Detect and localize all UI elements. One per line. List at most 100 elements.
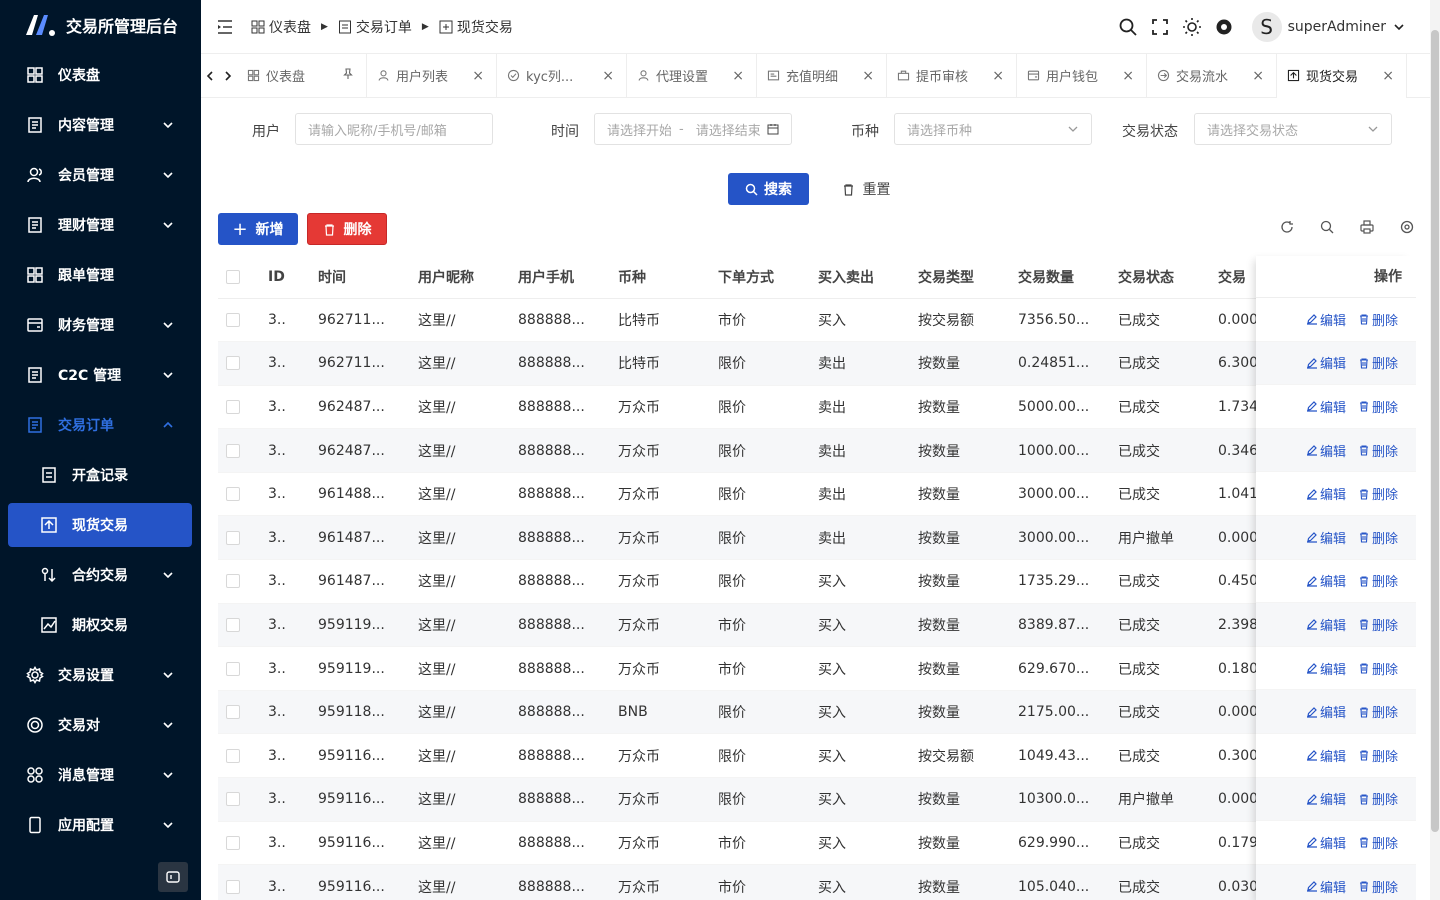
select-all-checkbox[interactable] xyxy=(226,269,240,284)
tab-6[interactable]: 用户钱包 × xyxy=(1017,53,1147,98)
settings-icon[interactable] xyxy=(1214,17,1234,37)
row-checkbox[interactable] xyxy=(226,443,240,458)
row-checkbox[interactable] xyxy=(226,399,240,414)
table-row[interactable]: 3.. 959118... 这里//888888... BNB 限价 买入 按数量 2175.… xyxy=(218,690,1416,735)
delete-link[interactable]: 删除 xyxy=(1358,397,1398,416)
delete-link[interactable]: 删除 xyxy=(1358,571,1398,590)
table-row[interactable]: 3.. 961487... 这里//888888... 万众币 限价 买入 按数量 1735.… xyxy=(218,559,1416,604)
row-checkbox[interactable] xyxy=(226,617,240,632)
table-row[interactable]: 3.. 962711... 这里//888888... 比特币 限价 卖出 按数量 0.248… xyxy=(218,341,1416,386)
sidebar-item-13[interactable]: 交易对 xyxy=(0,700,201,750)
theme-sun-icon[interactable] xyxy=(1182,17,1202,37)
close-icon[interactable]: × xyxy=(1382,68,1394,84)
refresh-icon[interactable] xyxy=(1280,220,1296,236)
table-row[interactable]: 3.. 959116... 这里//888888... 万众币 限价 买入 按数量 10300… xyxy=(218,777,1416,822)
edit-link[interactable]: 编辑 xyxy=(1306,571,1346,590)
edit-link[interactable]: 编辑 xyxy=(1306,833,1346,852)
menu-fold-icon[interactable] xyxy=(215,17,235,37)
delete-link[interactable]: 删除 xyxy=(1358,615,1398,634)
logo[interactable]: 交易所管理后台 xyxy=(0,0,201,50)
edit-link[interactable]: 编辑 xyxy=(1306,746,1346,765)
row-checkbox[interactable] xyxy=(226,835,240,850)
delete-link[interactable]: 删除 xyxy=(1358,789,1398,808)
edit-link[interactable]: 编辑 xyxy=(1306,659,1346,678)
table-row[interactable]: 3.. 962487... 这里//888888... 万众币 限价 卖出 按数量 1000.… xyxy=(218,428,1416,473)
sidebar-item-15[interactable]: 应用配置 xyxy=(0,800,201,850)
collapse-sidebar-button[interactable] xyxy=(158,862,188,892)
close-icon[interactable]: × xyxy=(1122,68,1134,84)
print-icon[interactable] xyxy=(1360,220,1376,236)
user-menu[interactable]: S superAdminer xyxy=(1251,12,1406,42)
edit-link[interactable]: 编辑 xyxy=(1306,877,1346,896)
row-checkbox[interactable] xyxy=(226,879,240,894)
edit-link[interactable]: 编辑 xyxy=(1306,310,1346,329)
sidebar-item-5[interactable]: 财务管理 xyxy=(0,300,201,350)
tabs-next-button[interactable] xyxy=(219,54,237,98)
edit-link[interactable]: 编辑 xyxy=(1306,615,1346,634)
column-settings-icon[interactable] xyxy=(1400,220,1416,236)
row-checkbox[interactable] xyxy=(226,748,240,763)
row-checkbox[interactable] xyxy=(226,705,240,720)
status-filter-select[interactable]: 请选择交易状态 xyxy=(1194,113,1392,145)
row-checkbox[interactable] xyxy=(226,312,240,327)
row-checkbox[interactable] xyxy=(226,792,240,807)
table-row[interactable]: 3.. 959119... 这里//888888... 万众币 市价 买入 按数量 629.6… xyxy=(218,646,1416,691)
table-row[interactable]: 3.. 959119... 这里//888888... 万众币 市价 买入 按数量 8389.… xyxy=(218,603,1416,648)
tab-7[interactable]: 交易流水 × xyxy=(1147,53,1277,98)
close-icon[interactable]: × xyxy=(862,68,874,84)
tab-1[interactable]: 用户列表 × xyxy=(367,53,497,98)
breadcrumb-item[interactable]: 仪表盘 xyxy=(269,17,311,37)
breadcrumb-item[interactable]: 交易订单 xyxy=(356,17,412,37)
edit-link[interactable]: 编辑 xyxy=(1306,353,1346,372)
edit-link[interactable]: 编辑 xyxy=(1306,441,1346,460)
add-button[interactable]: + 新增 xyxy=(218,213,298,245)
sidebar-item-9[interactable]: 现货交易 xyxy=(8,503,192,547)
close-icon[interactable]: × xyxy=(732,68,744,84)
row-checkbox[interactable] xyxy=(226,574,240,589)
page-scrollbar[interactable] xyxy=(1430,0,1440,900)
delete-link[interactable]: 删除 xyxy=(1358,833,1398,852)
sidebar-item-11[interactable]: 期权交易 xyxy=(0,600,201,650)
close-icon[interactable]: × xyxy=(472,68,484,84)
delete-link[interactable]: 删除 xyxy=(1358,702,1398,721)
sidebar-item-0[interactable]: 仪表盘 xyxy=(0,50,201,100)
coin-filter-select[interactable]: 请选择币种 xyxy=(894,113,1092,145)
tab-0[interactable]: 仪表盘 xyxy=(237,53,367,98)
search-button[interactable]: 搜索 xyxy=(728,173,809,205)
delete-link[interactable]: 删除 xyxy=(1358,484,1398,503)
table-row[interactable]: 3.. 959116... 这里//888888... 万众币 市价 买入 按数量 105.0… xyxy=(218,864,1416,900)
delete-link[interactable]: 删除 xyxy=(1358,528,1398,547)
delete-button[interactable]: 删除 xyxy=(307,213,387,245)
search-icon[interactable] xyxy=(1118,17,1138,37)
sidebar-item-6[interactable]: C2C 管理 xyxy=(0,350,201,400)
tabs-prev-button[interactable] xyxy=(201,54,219,98)
sidebar-item-1[interactable]: 内容管理 xyxy=(0,100,201,150)
delete-link[interactable]: 删除 xyxy=(1358,746,1398,765)
table-row[interactable]: 3.. 962487... 这里//888888... 万众币 限价 卖出 按数量 5000.… xyxy=(218,385,1416,430)
sidebar-item-4[interactable]: 跟单管理 xyxy=(0,250,201,300)
sidebar-item-2[interactable]: 会员管理 xyxy=(0,150,201,200)
row-checkbox[interactable] xyxy=(226,487,240,502)
row-checkbox[interactable] xyxy=(226,661,240,676)
row-checkbox[interactable] xyxy=(226,356,240,371)
tab-4[interactable]: 充值明细 × xyxy=(757,53,887,98)
table-row[interactable]: 3.. 959116... 这里//888888... 万众币 市价 买入 按数量 629.9… xyxy=(218,821,1416,866)
edit-link[interactable]: 编辑 xyxy=(1306,397,1346,416)
table-row[interactable]: 3.. 959116... 这里//888888... 万众币 限价 买入 按交易额 1049… xyxy=(218,733,1416,779)
edit-link[interactable]: 编辑 xyxy=(1306,789,1346,808)
sidebar-item-10[interactable]: 合约交易 xyxy=(0,550,201,600)
close-icon[interactable]: × xyxy=(1252,68,1264,84)
edit-link[interactable]: 编辑 xyxy=(1306,528,1346,547)
edit-link[interactable]: 编辑 xyxy=(1306,702,1346,721)
scrollbar-thumb[interactable] xyxy=(1431,30,1439,832)
pin-icon[interactable] xyxy=(342,67,354,84)
sidebar-item-12[interactable]: 交易设置 xyxy=(0,650,201,700)
close-icon[interactable]: × xyxy=(602,68,614,84)
user-filter-input[interactable]: 请输入昵称/手机号/邮箱 xyxy=(295,113,493,145)
sidebar-item-14[interactable]: 消息管理 xyxy=(0,750,201,800)
reset-button[interactable]: 重置 xyxy=(831,173,901,205)
table-row[interactable]: 3.. 961487... 这里//888888... 万众币 限价 卖出 按数量 3000.… xyxy=(218,515,1416,561)
tab-5[interactable]: 提币审核 × xyxy=(887,53,1017,98)
time-range-picker[interactable]: 请选择开始 - 请选择结束 xyxy=(594,113,792,145)
sidebar-item-3[interactable]: 理财管理 xyxy=(0,200,201,250)
